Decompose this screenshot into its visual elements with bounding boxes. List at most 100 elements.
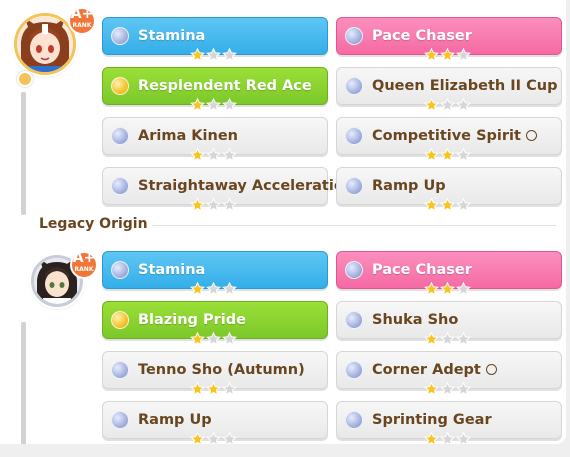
star-rating xyxy=(190,282,237,296)
star-filled-icon xyxy=(424,98,439,112)
divider xyxy=(152,225,556,226)
star-empty-icon xyxy=(456,382,471,396)
star-empty-icon xyxy=(206,48,221,62)
factor-orb-icon xyxy=(111,261,129,279)
factor-orb-icon xyxy=(345,261,363,279)
star-filled-icon xyxy=(440,198,455,212)
star-rating xyxy=(190,198,237,212)
star-rating xyxy=(424,98,471,112)
star-empty-icon xyxy=(222,148,237,162)
star-filled-icon xyxy=(190,98,205,112)
circle-marker-icon xyxy=(525,129,537,141)
factor-orb-icon xyxy=(345,77,363,95)
factor-label: Resplendent Red Ace xyxy=(138,78,312,94)
star-empty-icon xyxy=(206,198,221,212)
star-empty-icon xyxy=(456,48,471,62)
star-rating xyxy=(190,48,237,62)
star-empty-icon xyxy=(440,332,455,346)
star-rating xyxy=(424,148,471,162)
star-rating xyxy=(424,432,471,444)
factor-label: Stamina xyxy=(138,28,206,44)
factor-orb-icon xyxy=(345,311,363,329)
star-empty-icon xyxy=(222,198,237,212)
factor-label: Ramp Up xyxy=(138,412,212,428)
star-empty-icon xyxy=(222,432,237,444)
star-rating xyxy=(190,332,237,346)
circle-marker-icon xyxy=(485,363,497,375)
star-empty-icon xyxy=(206,282,221,296)
star-filled-icon xyxy=(424,148,439,162)
factor-orb-icon xyxy=(111,127,129,145)
star-filled-icon xyxy=(424,198,439,212)
star-empty-icon xyxy=(222,98,237,112)
star-empty-icon xyxy=(206,332,221,346)
legacy-panel: A+ RANK A+ RANK Legacy Origin Stamina Pac… xyxy=(0,0,566,444)
factor-orb-icon xyxy=(111,77,129,95)
factor-label: Blazing Pride xyxy=(138,312,246,328)
factor-label: Shuka Sho xyxy=(372,312,459,328)
star-rating xyxy=(424,382,471,396)
star-rating xyxy=(190,382,237,396)
factor-orb-icon xyxy=(345,361,363,379)
star-rating xyxy=(190,148,237,162)
star-empty-icon xyxy=(440,432,455,444)
star-empty-icon xyxy=(456,282,471,296)
factor-label: Competitive Spirit xyxy=(372,128,521,144)
star-empty-icon xyxy=(440,98,455,112)
star-empty-icon xyxy=(206,148,221,162)
star-empty-icon xyxy=(206,432,221,444)
factor-label: Queen Elizabeth II Cup xyxy=(372,78,558,94)
star-empty-icon xyxy=(456,148,471,162)
rank-badge: A+ RANK xyxy=(64,6,100,36)
star-rating xyxy=(190,432,237,444)
star-filled-icon xyxy=(190,148,205,162)
factor-label: Corner Adept xyxy=(372,362,481,378)
factor-orb-icon xyxy=(111,411,129,429)
star-filled-icon xyxy=(440,282,455,296)
star-filled-icon xyxy=(424,48,439,62)
factor-label: Ramp Up xyxy=(372,178,446,194)
star-empty-icon xyxy=(222,382,237,396)
factor-orb-icon xyxy=(111,361,129,379)
star-rating xyxy=(190,98,237,112)
star-filled-icon xyxy=(206,382,221,396)
star-empty-icon xyxy=(206,98,221,112)
rank-grade: A+ xyxy=(72,250,96,266)
factor-orb-icon xyxy=(345,127,363,145)
star-filled-icon xyxy=(190,282,205,296)
factor-label: Straightaway Acceleration xyxy=(138,178,355,194)
factor-orb-icon xyxy=(111,311,129,329)
factor-label: Pace Chaser xyxy=(372,28,472,44)
star-rating xyxy=(424,332,471,346)
factor-orb-icon xyxy=(111,177,129,195)
star-filled-icon xyxy=(440,148,455,162)
star-filled-icon xyxy=(190,382,205,396)
rank-word: RANK xyxy=(72,22,92,29)
star-filled-icon xyxy=(190,48,205,62)
star-empty-icon xyxy=(456,332,471,346)
star-empty-icon xyxy=(456,98,471,112)
star-empty-icon xyxy=(456,198,471,212)
star-rating xyxy=(424,48,471,62)
lineage-rail xyxy=(21,322,26,444)
star-filled-icon xyxy=(190,332,205,346)
factor-orb-icon xyxy=(345,177,363,195)
star-rating xyxy=(424,198,471,212)
rank-grade: A+ xyxy=(70,6,94,22)
factor-label: Arima Kinen xyxy=(138,128,238,144)
factor-orb-icon xyxy=(111,27,129,45)
star-empty-icon xyxy=(440,382,455,396)
rail-bead xyxy=(17,71,33,87)
star-empty-icon xyxy=(456,432,471,444)
rank-word: RANK xyxy=(74,266,94,273)
star-filled-icon xyxy=(424,382,439,396)
factor-label: Tenno Sho (Autumn) xyxy=(138,362,305,378)
star-filled-icon xyxy=(424,332,439,346)
star-empty-icon xyxy=(222,48,237,62)
star-rating xyxy=(424,282,471,296)
star-empty-icon xyxy=(222,282,237,296)
factor-orb-icon xyxy=(345,27,363,45)
factor-label: Pace Chaser xyxy=(372,262,472,278)
star-filled-icon xyxy=(190,432,205,444)
star-filled-icon xyxy=(440,48,455,62)
